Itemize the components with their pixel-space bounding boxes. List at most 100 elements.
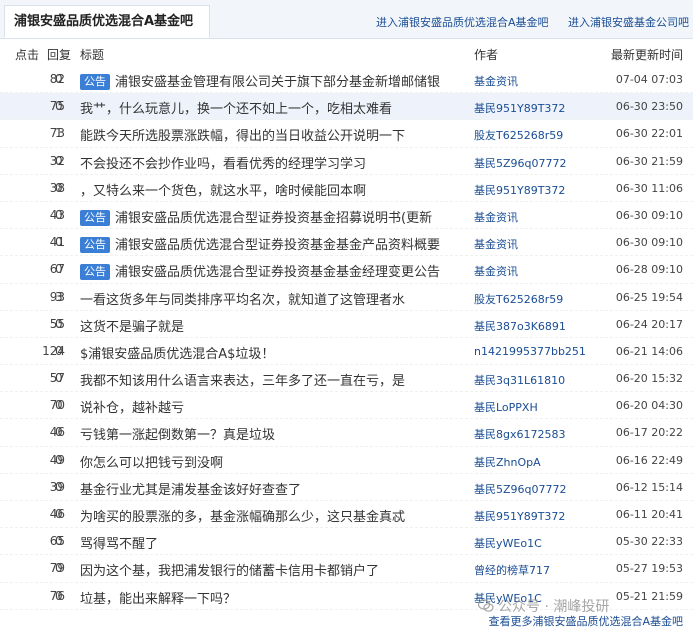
author-link[interactable]: 曾经的榜草717 (474, 562, 550, 578)
announcement-badge: 公告 (80, 264, 110, 281)
updated-time: 06-30 09:10 (615, 236, 683, 250)
author-link[interactable]: 基民951Y89T372 (474, 182, 565, 198)
table-row[interactable]: 124 0 $浦银安盛品质优选混合A$垃圾！ n1421995377bb251 06-2… (0, 338, 693, 366)
table-row[interactable]: 46 0 为啥买的股票涨的多，基金涨幅确那么少，这只基金真忒 基民951Y89T372… (0, 501, 693, 529)
enter-fund-forum-link[interactable]: 进入浦银安盛品质优选混合A基金吧 (376, 14, 549, 30)
enter-company-forum-link[interactable]: 进入浦银安盛基金公司吧 (568, 14, 689, 30)
post-title-link[interactable]: 一看这货多年与同类排序平均名次，就知道了这管理者水 (80, 289, 465, 308)
post-title-link[interactable]: ，又特么来一个货色，就这水平，啥时候能回本啊 (80, 180, 465, 199)
table-row[interactable]: 38 0 ，又特么来一个货色，就这水平，啥时候能回本啊 基民951Y89T372 06-… (0, 175, 693, 202)
header-author: 作者 (474, 48, 499, 62)
table-row[interactable]: 79 0 因为这个基，我把浦发银行的储蓄卡信用卡都销户了 曾经的榜草717 05-27 … (0, 555, 693, 583)
reply-count: 0 (55, 99, 63, 114)
table-row[interactable]: 32 0 不会投还不会抄作业吗，看看优秀的经理学习学习 基民5Z96q07772 06-… (0, 148, 693, 175)
author-link[interactable]: 基民951Y89T372 (474, 100, 565, 116)
updated-time: 06-28 09:10 (615, 263, 683, 277)
table-row[interactable]: 73 1 能跌今天所选股票涨跌幅，得出的当日收益公开说明一下 股友T625268r59… (0, 120, 693, 148)
post-title-text: 浦银安盛品质优选混合型证券投资基金招募说明书(更新 (115, 210, 433, 226)
reply-count: 0 (55, 398, 63, 413)
post-title-link[interactable]: 能跌今天所选股票涨跌幅，得出的当日收益公开说明一下 (80, 125, 465, 144)
post-title-link[interactable]: 为啥买的股票涨的多，基金涨幅确那么少，这只基金真忒 (80, 506, 465, 525)
author-link[interactable]: 基金资讯 (474, 209, 518, 225)
table-header: 点击 回复 标题 作者 最新更新时间 (0, 44, 693, 64)
author-link[interactable]: n1421995377bb251 (474, 345, 586, 358)
post-title-text: 不会投还不会抄作业吗，看看优秀的经理学习学习 (80, 156, 367, 172)
reply-count: 0 (55, 343, 63, 358)
announcement-badge: 公告 (80, 209, 110, 226)
post-title-text: 浦银安盛品质优选混合型证券投资基金基金产品资料概要 (115, 238, 441, 254)
updated-time: 06-12 15:14 (615, 480, 683, 494)
table-row[interactable]: 43 0 公告 浦银安盛品质优选混合型证券投资基金招募说明书(更新 基金资讯 06-30 … (0, 202, 693, 230)
reply-count: 0 (55, 452, 63, 467)
view-more-link[interactable]: 查看更多浦银安盛品质优选混合A基金吧 (488, 613, 683, 629)
reply-count: 0 (55, 180, 63, 195)
post-title-link[interactable]: 说补仓，越补越亏 (80, 397, 465, 416)
author-link[interactable]: 基民5Z96q07772 (474, 481, 567, 497)
reply-count: 0 (55, 588, 63, 603)
updated-time: 05-27 19:53 (615, 562, 683, 576)
post-title-link[interactable]: 基金行业尤其是浦发基金该好好查查了 (80, 479, 465, 498)
post-title-link[interactable]: 亏钱第一涨起倒数第一？真是垃圾 (80, 424, 465, 443)
header-title: 标题 (80, 48, 105, 62)
updated-time: 06-16 22:49 (615, 453, 683, 467)
table-row[interactable]: 93 3 一看这货多年与同类排序平均名次，就知道了这管理者水 股友T625268r59… (0, 284, 693, 311)
reply-count: 0 (55, 153, 63, 168)
post-title-link[interactable]: 公告 浦银安盛品质优选混合型证券投资基金基金产品资料概要 (80, 234, 465, 254)
post-title-text: $浦银安盛品质优选混合A$垃圾！ (80, 346, 275, 362)
updated-time: 05-21 21:59 (615, 589, 683, 603)
reply-count: 0 (55, 262, 63, 277)
updated-time: 07-04 07:03 (615, 73, 683, 86)
table-row[interactable]: 46 0 亏钱第一涨起倒数第一？真是垃圾 基民8gx6172583 06-17 20:2… (0, 419, 693, 447)
table-row[interactable]: 67 0 公告 浦银安盛品质优选混合型证券投资基金基金经理变更公告 基金资讯 06-28 … (0, 256, 693, 284)
post-title-link[interactable]: 垃基，能出来解释一下吗？ (80, 588, 465, 607)
post-title-link[interactable]: 骂得骂不醒了 (80, 533, 465, 552)
post-list: 82 0 公告 浦银安盛基金管理有限公司关于旗下部分基金新增邮储银 基金资讯 07-04 … (0, 66, 693, 610)
post-title-link[interactable]: 公告 浦银安盛品质优选混合型证券投资基金基金经理变更公告 (80, 261, 465, 281)
post-title-text: 我艹，什么玩意儿，换一个还不如上一个，吃相太难看 (80, 102, 393, 118)
table-row[interactable]: 57 0 我都不知该用什么语言来表达，三年多了还一直在亏，是 基民3q31L61810… (0, 365, 693, 393)
author-link[interactable]: 基民LoPPXH (474, 399, 538, 415)
author-link[interactable]: 股友T625268r59 (474, 291, 563, 307)
post-title-link[interactable]: 你怎么可以把钱亏到没啊 (80, 452, 465, 471)
post-title-link[interactable]: 我艹，什么玩意儿，换一个还不如上一个，吃相太难看 (80, 98, 465, 117)
table-row[interactable]: 39 0 基金行业尤其是浦发基金该好好查查了 基民5Z96q07772 06-12 15… (0, 474, 693, 501)
table-row[interactable]: 82 0 公告 浦银安盛基金管理有限公司关于旗下部分基金新增邮储银 基金资讯 07-04 … (0, 66, 693, 94)
updated-time: 06-20 04:30 (615, 399, 683, 413)
updated-time: 06-30 21:59 (615, 154, 683, 168)
author-link[interactable]: 基民ZhnOpA (474, 454, 541, 470)
post-title-link[interactable]: 公告 浦银安盛品质优选混合型证券投资基金招募说明书(更新 (80, 207, 465, 226)
author-link[interactable]: 基民387o3K6891 (474, 318, 566, 334)
post-title-link[interactable]: 因为这个基，我把浦发银行的储蓄卡信用卡都销户了 (80, 560, 465, 579)
table-row[interactable]: 70 0 说补仓，越补越亏 基民LoPPXH 06-20 04:30 (0, 392, 693, 420)
updated-time: 06-30 11:06 (615, 181, 683, 195)
reply-count: 0 (55, 371, 63, 386)
author-link[interactable]: 基民5Z96q07772 (474, 155, 567, 171)
tab-current-forum[interactable]: 浦银安盛品质优选混合A基金吧 (4, 5, 210, 38)
post-title-link[interactable]: 公告 浦银安盛基金管理有限公司关于旗下部分基金新增邮储银 (80, 71, 465, 90)
updated-time: 06-11 20:41 (615, 508, 683, 521)
author-link[interactable]: 基民951Y89T372 (474, 508, 565, 524)
table-row[interactable]: 55 0 这货不是骗子就是 基民387o3K6891 06-24 20:17 (0, 311, 693, 338)
author-link[interactable]: 基金资讯 (474, 263, 518, 279)
post-title-link[interactable]: 这货不是骗子就是 (80, 316, 465, 335)
table-row[interactable]: 65 0 骂得骂不醒了 基民yWEo1C 05-30 22:33 (0, 528, 693, 556)
table-row[interactable]: 41 0 公告 浦银安盛品质优选混合型证券投资基金基金产品资料概要 基金资讯 06-30 … (0, 229, 693, 257)
announcement-badge: 公告 (80, 237, 110, 254)
header-updated: 最新更新时间 (610, 48, 683, 62)
post-title-link[interactable]: $浦银安盛品质优选混合A$垃圾！ (80, 343, 465, 362)
author-link[interactable]: 基民8gx6172583 (474, 426, 565, 442)
author-link[interactable]: 基民yWEo1C (474, 535, 542, 551)
table-row[interactable]: 75 0 我艹，什么玩意儿，换一个还不如上一个，吃相太难看 基民951Y89T372 0… (0, 93, 693, 121)
author-link[interactable]: 股友T625268r59 (474, 127, 563, 143)
updated-time: 06-24 20:17 (615, 317, 683, 331)
reply-count: 0 (55, 425, 63, 440)
reply-count: 3 (55, 289, 63, 304)
post-title-text: 为啥买的股票涨的多，基金涨幅确那么少，这只基金真忒 (80, 510, 406, 525)
author-link[interactable]: 基民3q31L61810 (474, 372, 565, 388)
updated-time: 06-20 15:32 (615, 372, 683, 386)
post-title-link[interactable]: 不会投还不会抄作业吗，看看优秀的经理学习学习 (80, 153, 465, 172)
table-row[interactable]: 49 0 你怎么可以把钱亏到没啊 基民ZhnOpA 06-16 22:49 (0, 447, 693, 474)
author-link[interactable]: 基金资讯 (474, 73, 518, 89)
post-title-link[interactable]: 我都不知该用什么语言来表达，三年多了还一直在亏，是 (80, 370, 465, 389)
author-link[interactable]: 基金资讯 (474, 236, 518, 252)
